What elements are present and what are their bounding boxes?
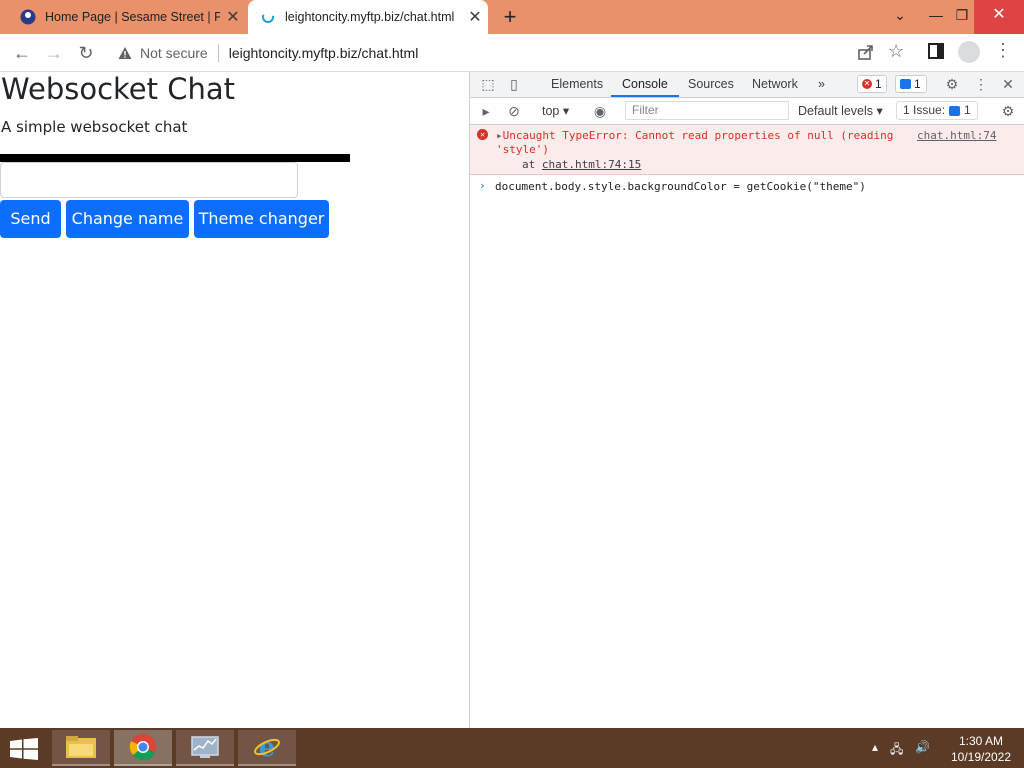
stack-at: at xyxy=(522,158,536,171)
system-tray: ▴ 🖧 🔊 xyxy=(872,740,930,761)
kebab-menu-icon[interactable]: ⋮ xyxy=(994,40,1012,61)
volume-icon[interactable]: 🔊 xyxy=(915,740,930,761)
tab-close-icon[interactable]: ✕ xyxy=(220,7,246,27)
error-count: 1 xyxy=(875,77,882,91)
devtools-menu-icon[interactable]: ⋮ xyxy=(973,76,989,92)
tab-console[interactable]: Console xyxy=(611,72,679,97)
url-text[interactable]: leightoncity.myftp.biz/chat.html xyxy=(229,45,419,61)
tab-search-chevron-icon[interactable]: ⌄ xyxy=(884,0,916,34)
tab-strip: Home Page | Sesame Street | PBS ✕ leight… xyxy=(0,0,1024,34)
console-settings-gear-icon[interactable]: ⚙ xyxy=(1000,103,1016,119)
console-filter-input[interactable]: Filter xyxy=(625,101,789,120)
new-tab-button[interactable]: + xyxy=(498,4,522,30)
loading-icon xyxy=(262,11,274,23)
reload-icon[interactable]: ↻ xyxy=(72,39,100,67)
pbs-icon xyxy=(20,9,36,25)
context-selector[interactable]: top ▾ xyxy=(542,103,569,118)
warning-icon[interactable] xyxy=(118,46,132,60)
settings-gear-icon[interactable]: ⚙ xyxy=(944,76,960,92)
stack-trace-line: at chat.html:74:15 xyxy=(522,158,641,171)
tab-network[interactable]: Network xyxy=(752,72,798,97)
divider xyxy=(217,44,219,62)
devtools-close-icon[interactable]: ✕ xyxy=(1000,76,1016,92)
tab-chat[interactable]: leightoncity.myftp.biz/chat.html ✕ xyxy=(248,0,488,34)
taskbar-internet-explorer[interactable]: e xyxy=(238,730,296,766)
window-close-button[interactable]: ✕ xyxy=(974,0,1024,34)
message-count-badge[interactable]: 1 xyxy=(895,75,927,93)
context-value: top xyxy=(542,104,560,118)
share-icon[interactable] xyxy=(856,42,876,62)
prompt-chevron-icon: › xyxy=(479,179,486,192)
error-source-link[interactable]: chat.html:74 xyxy=(917,129,996,142)
theme-changer-button[interactable]: Theme changer xyxy=(194,200,329,238)
internet-explorer-icon: e xyxy=(254,733,280,761)
taskbar-clock[interactable]: 1:30 AM 10/19/2022 xyxy=(944,733,1018,765)
browser-toolbar: ← → ↻ Not secure leightoncity.myftp.biz/… xyxy=(0,34,1024,72)
page-subtitle: A simple websocket chat xyxy=(1,118,188,136)
error-icon: ✕ xyxy=(862,79,872,89)
console-command[interactable]: document.body.style.backgroundColor = ge… xyxy=(495,180,866,193)
address-bar[interactable]: Not secure leightoncity.myftp.biz/chat.h… xyxy=(108,38,922,68)
device-toggle-icon[interactable]: ▯ xyxy=(506,76,522,92)
back-arrow-icon[interactable]: ← xyxy=(8,39,36,67)
message-icon xyxy=(900,79,911,89)
error-count-badge[interactable]: ✕ 1 xyxy=(857,75,887,93)
tab-title: leightoncity.myftp.biz/chat.html xyxy=(285,10,455,24)
log-levels-dropdown[interactable]: Default levels ▾ xyxy=(798,103,883,118)
expand-triangle-icon[interactable]: ▸ xyxy=(496,129,503,142)
error-message-line1[interactable]: ▸Uncaught TypeError: Cannot read propert… xyxy=(496,129,893,142)
web-page: Websocket Chat A simple websocket chat S… xyxy=(0,72,469,728)
page-title: Websocket Chat xyxy=(1,72,235,106)
tab-close-icon[interactable]: ✕ xyxy=(462,7,488,27)
windows-start-icon[interactable] xyxy=(10,738,38,760)
windows-taskbar: e ▴ 🖧 🔊 1:30 AM 10/19/2022 xyxy=(0,728,1024,768)
tab-sources[interactable]: Sources xyxy=(688,72,734,97)
taskbar-file-explorer[interactable] xyxy=(52,730,110,766)
error-icon: ✕ xyxy=(477,129,488,140)
console-output: ✕ ▸Uncaught TypeError: Cannot read prope… xyxy=(470,125,1024,197)
network-icon[interactable]: 🖧 xyxy=(890,740,903,761)
devtools-tab-bar: ⬚ ▯ Elements Console Sources Network » ✕… xyxy=(470,72,1024,98)
taskbar-chrome[interactable] xyxy=(114,730,172,766)
message-input[interactable] xyxy=(0,162,298,198)
side-panel-icon[interactable] xyxy=(928,43,944,59)
console-error-row: ✕ ▸Uncaught TypeError: Cannot read prope… xyxy=(470,125,1024,175)
bookmark-star-icon[interactable]: ☆ xyxy=(888,41,904,62)
forward-arrow-icon[interactable]: → xyxy=(40,39,68,67)
more-tabs-icon[interactable]: » xyxy=(818,72,825,97)
clock-date: 10/19/2022 xyxy=(950,750,1012,764)
message-icon xyxy=(949,105,961,116)
clock-time: 1:30 AM xyxy=(958,734,1004,748)
error-text: Uncaught TypeError: Cannot read properti… xyxy=(502,129,894,142)
issues-label: 1 Issue: xyxy=(903,103,946,117)
not-secure-label[interactable]: Not secure xyxy=(140,45,208,61)
inspect-element-icon[interactable]: ⬚ xyxy=(480,76,496,92)
black-divider xyxy=(0,154,350,162)
console-toolbar: ▸ ⊘ top ▾ ◉ Filter Default levels ▾ 1 Is… xyxy=(470,98,1024,125)
sidebar-toggle-icon[interactable]: ▸ xyxy=(478,103,494,119)
tray-chevron-icon[interactable]: ▴ xyxy=(872,740,878,761)
tab-sesame-street[interactable]: Home Page | Sesame Street | PBS ✕ xyxy=(8,0,246,34)
clear-console-icon[interactable]: ⊘ xyxy=(506,103,522,119)
taskbar-resource-monitor[interactable] xyxy=(176,730,234,766)
issues-button[interactable]: 1 Issue: 1 xyxy=(896,101,978,120)
console-input-row[interactable]: › document.body.style.backgroundColor = … xyxy=(470,175,1024,197)
profile-avatar-icon[interactable] xyxy=(958,41,980,63)
monitor-icon xyxy=(191,736,219,758)
error-message-line2: 'style') xyxy=(496,143,549,156)
folder-icon xyxy=(66,736,96,758)
change-name-button[interactable]: Change name xyxy=(66,200,189,238)
devtools-panel: ⬚ ▯ Elements Console Sources Network » ✕… xyxy=(469,72,1024,728)
send-button[interactable]: Send xyxy=(0,200,61,238)
message-count: 1 xyxy=(914,77,921,91)
svg-text:e: e xyxy=(259,733,276,761)
tab-elements[interactable]: Elements xyxy=(551,72,603,97)
issues-count: 1 xyxy=(964,103,971,117)
chrome-icon xyxy=(129,734,156,761)
live-expression-eye-icon[interactable]: ◉ xyxy=(592,103,608,119)
stack-source-link[interactable]: chat.html:74:15 xyxy=(542,158,641,171)
tab-title: Home Page | Sesame Street | PBS xyxy=(45,10,220,24)
